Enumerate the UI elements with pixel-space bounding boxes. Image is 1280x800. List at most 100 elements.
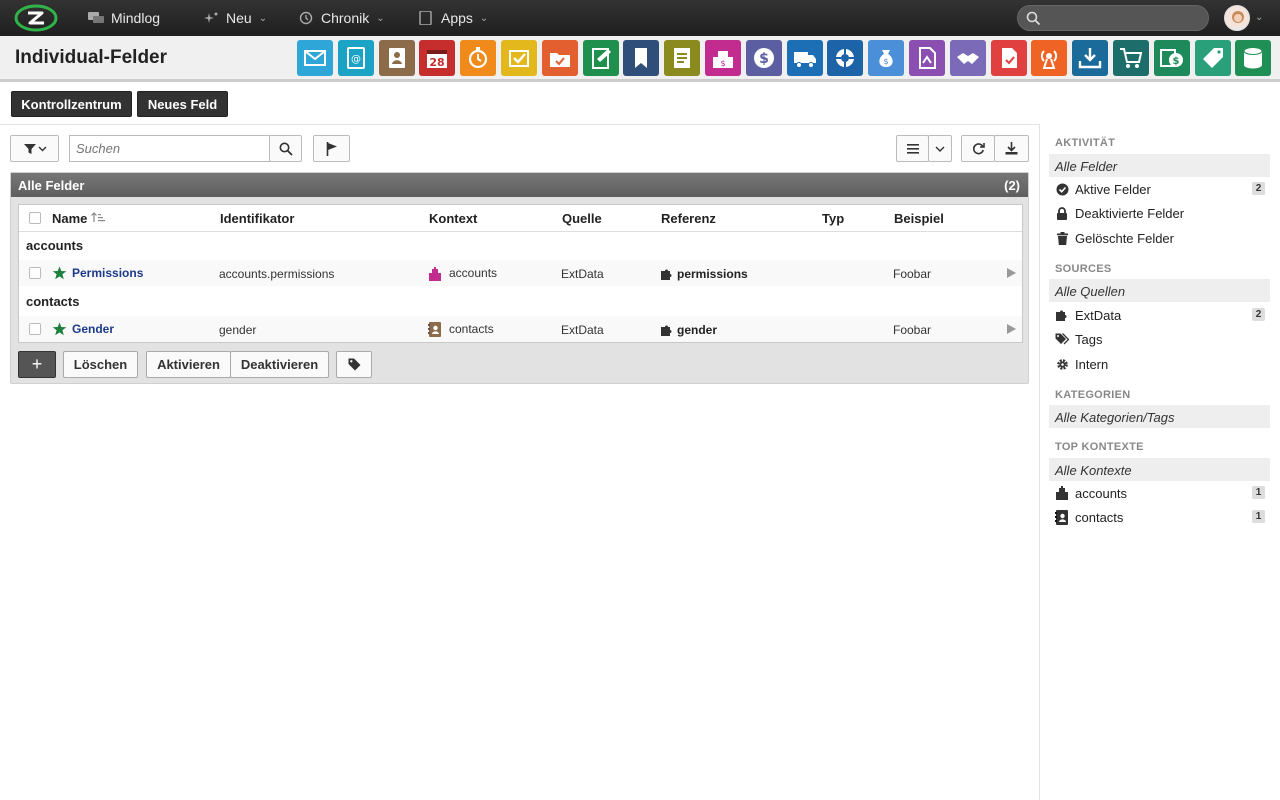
sidebar-item-deactivated-fields[interactable]: Deaktivierte Felder — [1055, 203, 1265, 223]
finance-app-icon[interactable]: $ — [745, 40, 782, 76]
row-expand-icon[interactable] — [1007, 324, 1016, 334]
column-header-source[interactable]: Quelle — [562, 211, 602, 226]
fields-panel: Alle Felder (2) Name Identifikator Konte… — [10, 172, 1029, 384]
table-row[interactable]: Gender gender contacts ExtData gender Fo… — [19, 316, 1022, 342]
contacts-icon — [1055, 509, 1068, 525]
kontrollzentrum-button[interactable]: Kontrollzentrum — [11, 91, 132, 117]
field-example: Foobar — [893, 323, 932, 337]
contracts-app-icon[interactable] — [909, 40, 945, 76]
sidebar-item-all-categories[interactable]: Alle Kategorien/Tags — [1049, 405, 1270, 428]
column-header-reference[interactable]: Referenz — [661, 211, 716, 226]
notes-app-icon[interactable] — [582, 40, 619, 76]
sidebar-item-tags[interactable]: Tags — [1055, 329, 1265, 349]
sales-app-icon[interactable]: $ — [705, 40, 741, 76]
partners-app-icon[interactable] — [949, 40, 986, 76]
money-bag-app-icon[interactable]: $ — [868, 40, 905, 76]
delete-button[interactable]: Löschen — [63, 351, 138, 378]
nav-neu[interactable]: Neu ⌄ — [203, 0, 267, 36]
search-input[interactable] — [69, 135, 270, 162]
field-name-link[interactable]: Gender — [72, 322, 114, 336]
sidebar-item-context-contacts[interactable]: contacts 1 — [1055, 507, 1265, 527]
row-checkbox[interactable] — [29, 267, 41, 279]
sidebar-item-all-sources[interactable]: Alle Quellen — [1049, 279, 1270, 302]
table-row[interactable]: Permissions accounts.permissions account… — [19, 260, 1022, 286]
user-avatar[interactable] — [1224, 5, 1250, 31]
activate-button[interactable]: Aktivieren — [146, 351, 231, 378]
mail-app-icon[interactable] — [297, 40, 333, 76]
nav-apps[interactable]: Apps ⌄ — [418, 0, 488, 36]
star-icon[interactable] — [52, 266, 67, 280]
sidebar-item-active-fields[interactable]: Aktive Felder 2 — [1055, 179, 1265, 199]
field-context: accounts — [449, 266, 498, 280]
row-checkbox[interactable] — [29, 323, 41, 335]
refresh-icon — [972, 143, 985, 155]
download-app-icon[interactable] — [1072, 40, 1109, 76]
neues-feld-button[interactable]: Neues Feld — [137, 91, 228, 117]
star-icon[interactable] — [52, 322, 67, 336]
deactivate-button[interactable]: Deaktivieren — [230, 351, 329, 378]
svg-text:$: $ — [884, 57, 889, 66]
delivery-app-icon[interactable] — [786, 40, 823, 76]
column-header-context[interactable]: Kontext — [429, 211, 477, 226]
flag-icon — [326, 141, 337, 156]
column-header-identifier[interactable]: Identifikator — [220, 211, 294, 226]
chevron-down-icon — [935, 146, 945, 152]
row-expand-icon[interactable] — [1007, 268, 1016, 278]
field-name-link[interactable]: Permissions — [72, 266, 143, 280]
tasks-app-icon[interactable] — [501, 40, 537, 76]
panel-count: (2) — [1004, 178, 1020, 193]
view-options-dropdown[interactable] — [928, 135, 952, 162]
accounts-icon — [429, 267, 441, 281]
nav-mindlog[interactable]: Mindlog — [88, 0, 160, 36]
select-all-checkbox[interactable] — [29, 212, 41, 224]
column-header-type[interactable]: Typ — [822, 211, 844, 226]
accounts-icon — [1056, 486, 1068, 500]
filter-dropdown-button[interactable] — [10, 135, 59, 162]
tablet-icon — [419, 11, 432, 25]
documents-app-icon[interactable] — [664, 40, 701, 76]
calendar-app-icon[interactable]: 28 — [419, 40, 456, 76]
sidebar-item-deleted-fields[interactable]: Gelöschte Felder — [1055, 228, 1265, 248]
count-badge: 1 — [1252, 510, 1265, 523]
tag-button[interactable] — [336, 351, 372, 378]
column-header-example[interactable]: Beispiel — [894, 211, 944, 226]
refresh-button[interactable] — [961, 135, 995, 162]
timer-app-icon[interactable] — [460, 40, 497, 76]
sidebar-item-all-fields[interactable]: Alle Felder — [1049, 154, 1270, 177]
export-button[interactable] — [994, 135, 1029, 162]
check-circle-icon — [1056, 183, 1068, 195]
sidebar-item-context-accounts[interactable]: accounts 1 — [1055, 483, 1265, 503]
svg-text:$: $ — [759, 51, 769, 67]
chevron-down-icon: ⌄ — [376, 12, 385, 24]
contacts-app-icon[interactable] — [378, 40, 415, 76]
lock-icon — [1057, 206, 1067, 220]
bookmarks-app-icon[interactable] — [623, 40, 660, 76]
sort-ascending-icon — [91, 212, 106, 222]
database-app-icon[interactable] — [1235, 40, 1272, 76]
price-tag-app-icon[interactable] — [1194, 40, 1231, 76]
count-badge: 1 — [1252, 486, 1265, 499]
chevron-down-icon[interactable]: ⌄ — [1255, 12, 1263, 23]
add-field-button[interactable]: + — [18, 351, 56, 378]
flag-button[interactable] — [313, 135, 350, 162]
tags-icon — [1055, 333, 1069, 345]
broadcast-app-icon[interactable] — [1031, 40, 1068, 76]
column-header-name[interactable]: Name — [52, 211, 106, 226]
sidebar-item-intern[interactable]: Intern — [1055, 354, 1265, 374]
sidebar-item-all-contexts[interactable]: Alle Kontexte — [1049, 458, 1270, 481]
sidebar-item-extdata[interactable]: ExtData 2 — [1055, 305, 1265, 325]
address-book-app-icon[interactable]: @ — [337, 40, 374, 76]
list-view-button[interactable] — [896, 135, 929, 162]
billing-app-icon[interactable]: $ — [1153, 40, 1190, 76]
nav-chronik[interactable]: Chronik ⌄ — [298, 0, 385, 36]
search-button[interactable] — [269, 135, 302, 162]
app-logo-icon[interactable] — [14, 4, 58, 32]
support-app-icon[interactable] — [827, 40, 864, 76]
history-icon — [299, 11, 313, 25]
gear-icon — [1056, 358, 1068, 370]
download-icon — [1005, 142, 1018, 155]
shop-app-icon[interactable] — [1113, 40, 1149, 76]
projects-app-icon[interactable] — [541, 40, 578, 76]
pdf-app-icon[interactable] — [990, 40, 1027, 76]
global-search-input[interactable] — [1017, 5, 1209, 31]
